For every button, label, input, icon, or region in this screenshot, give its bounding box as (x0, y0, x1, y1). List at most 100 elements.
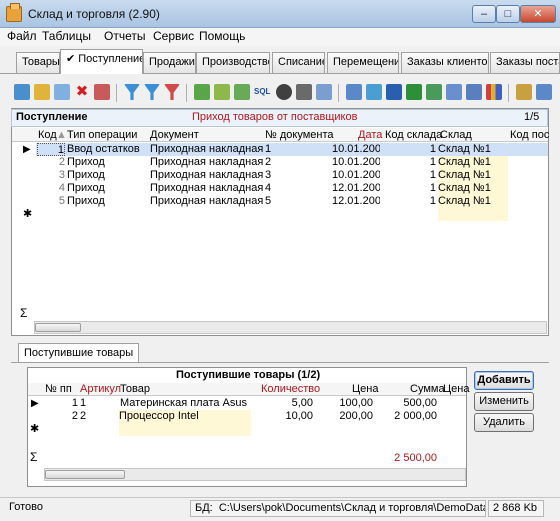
settings-icon[interactable] (516, 84, 532, 100)
menu-help[interactable]: Помощь (199, 29, 245, 43)
minimize-button[interactable]: – (472, 5, 496, 23)
cell-line-number[interactable]: 2 (42, 410, 78, 423)
col-store[interactable]: Склад (440, 129, 472, 143)
cell-code[interactable]: 5 (37, 195, 65, 208)
sort-icon[interactable] (214, 84, 230, 100)
cell-store[interactable]: Склад №1 (438, 169, 508, 182)
cell-op-type[interactable]: Приход (67, 169, 105, 182)
export-icon[interactable] (346, 84, 362, 100)
cell-document[interactable]: Приходная накладная (150, 195, 263, 208)
cell-date[interactable]: 10.01.2009 (332, 143, 380, 156)
edit-button[interactable]: Изменить (474, 392, 534, 411)
cell-date[interactable]: 10.01.2009 (332, 156, 380, 169)
col-quantity[interactable]: Количество (261, 383, 320, 397)
import-icon[interactable] (466, 84, 482, 100)
delete-all-icon[interactable] (94, 84, 110, 100)
col-store-code[interactable]: Код склада (385, 129, 442, 143)
cell-doc-number[interactable]: 1 (265, 143, 271, 156)
cell-store-empty[interactable] (438, 208, 508, 221)
table-row-2[interactable]: 2 Приход Приходная накладная 2 10.01.200… (12, 156, 548, 169)
tab-goods[interactable]: Товары (16, 52, 60, 73)
menu-file[interactable]: Файл (7, 29, 37, 43)
cell-code[interactable]: 2 (37, 156, 65, 169)
filter-icon[interactable] (124, 84, 140, 100)
export-html-icon[interactable] (446, 84, 462, 100)
add-button[interactable]: Добавить (474, 371, 534, 390)
tab-write-off[interactable]: Списание (272, 52, 325, 73)
col-sum[interactable]: Сумма (410, 383, 445, 397)
export-csv-icon[interactable] (426, 84, 442, 100)
col-price[interactable]: Цена (352, 383, 378, 397)
cell-store[interactable]: Склад №1 (438, 182, 508, 195)
cell-doc-number[interactable]: 5 (265, 195, 271, 208)
cell-price[interactable]: 100,00 (315, 397, 373, 410)
new-row[interactable]: ✱ (28, 423, 466, 436)
cell-store[interactable]: Склад №1 (438, 143, 508, 156)
tab-production[interactable]: Производство (196, 52, 270, 73)
cell-store-code[interactable]: 1 (412, 182, 436, 195)
cell-article[interactable]: 1 (80, 397, 86, 410)
edit-icon[interactable] (34, 84, 50, 100)
preview-icon[interactable] (316, 84, 332, 100)
col-document[interactable]: Документ (150, 129, 199, 143)
cell-date[interactable]: 12.01.2009 (332, 195, 380, 208)
cell-sum[interactable]: 2 000,00 (375, 410, 437, 423)
tab-transfer[interactable]: Перемещение (327, 52, 399, 73)
cell-document[interactable]: Приходная накладная (150, 143, 263, 156)
menu-tables[interactable]: Таблицы (42, 29, 91, 43)
col-date[interactable]: Дата (358, 129, 382, 143)
col-article[interactable]: Артикул (80, 383, 121, 397)
export-word-icon[interactable] (386, 84, 402, 100)
cell-store-code[interactable]: 1 (412, 143, 436, 156)
cell-product[interactable]: Материнская плата Asus (120, 397, 247, 410)
cell-doc-number[interactable]: 4 (265, 182, 271, 195)
cell-sum[interactable]: 500,00 (375, 397, 437, 410)
cell-document[interactable]: Приходная накладная (150, 169, 263, 182)
table-row-2[interactable]: 2 2 Процессор Intel 10,00 200,00 2 000,0… (28, 410, 466, 423)
cell-document[interactable]: Приходная накладная (150, 182, 263, 195)
scrollbar-thumb[interactable] (45, 470, 125, 479)
cell-store-code[interactable]: 1 (412, 156, 436, 169)
col-line-number[interactable]: № пп (45, 383, 72, 397)
scrollbar-thumb[interactable] (35, 323, 81, 332)
col-product[interactable]: Товар (120, 383, 150, 397)
export-xml-icon[interactable] (366, 84, 382, 100)
cell-code[interactable]: 1 (37, 143, 65, 156)
cell-doc-number[interactable]: 3 (265, 169, 271, 182)
table-row-3[interactable]: 3 Приход Приходная накладная 3 10.01.200… (12, 169, 548, 182)
close-button[interactable]: ✕ (520, 5, 556, 23)
cell-store-code[interactable]: 1 (412, 169, 436, 182)
cell-quantity[interactable]: 5,00 (253, 397, 313, 410)
columns-icon[interactable] (536, 84, 552, 100)
col-code[interactable]: Код (38, 129, 57, 143)
sql-icon[interactable]: SQL (254, 84, 270, 100)
cell-store-code[interactable]: 1 (412, 195, 436, 208)
export-excel-icon[interactable] (406, 84, 422, 100)
cell-date[interactable]: 10.01.2009 (332, 169, 380, 182)
cell-code[interactable]: 4 (37, 182, 65, 195)
cell-op-type[interactable]: Приход (67, 156, 105, 169)
print-icon[interactable] (296, 84, 312, 100)
cell-price[interactable]: 200,00 (315, 410, 373, 423)
add-icon[interactable] (14, 84, 30, 100)
filter-selection-icon[interactable] (144, 84, 160, 100)
cell-document[interactable]: Приходная накладная (150, 156, 263, 169)
chart-icon[interactable] (486, 84, 502, 100)
refresh-icon[interactable] (194, 84, 210, 100)
tab-receipts[interactable]: ✔ Поступление (60, 49, 143, 74)
col-doc-number[interactable]: № документа (265, 129, 334, 143)
horizontal-scrollbar[interactable] (44, 468, 466, 481)
find-icon[interactable] (234, 84, 250, 100)
cell-article[interactable]: 2 (80, 410, 86, 423)
table-row-1[interactable]: ▶ 1 Ввод остатков Приходная накладная 1 … (12, 143, 548, 156)
cell-quantity[interactable]: 10,00 (253, 410, 313, 423)
table-row-1[interactable]: ▶ 1 1 Материнская плата Asus 5,00 100,00… (28, 397, 466, 410)
delete-icon[interactable]: ✖ (74, 84, 90, 100)
table-row-4[interactable]: 4 Приход Приходная накладная 4 12.01.200… (12, 182, 548, 195)
tab-sales[interactable]: Продажи (143, 52, 196, 73)
filter-clear-icon[interactable] (164, 84, 180, 100)
cell-doc-number[interactable]: 2 (265, 156, 271, 169)
binoculars-icon[interactable] (276, 84, 292, 100)
new-row[interactable]: ✱ (12, 208, 548, 221)
cell-op-type[interactable]: Ввод остатков (67, 143, 140, 156)
